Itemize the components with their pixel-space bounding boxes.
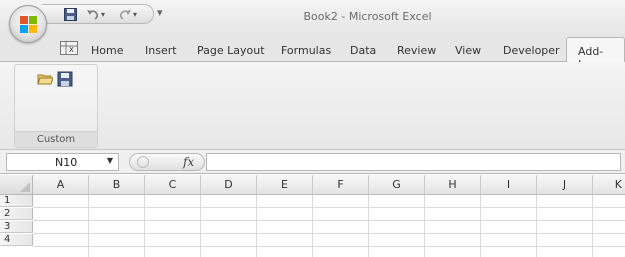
office-logo-icon xyxy=(20,16,37,33)
column-gridline xyxy=(200,195,201,257)
column-header-j[interactable]: J xyxy=(537,175,593,195)
column-gridline xyxy=(144,195,145,257)
group-label-custom-toolbars: Custom Toolbars xyxy=(15,131,97,161)
name-box-value: N10 xyxy=(55,156,78,169)
insert-function-icon[interactable]: fx xyxy=(183,155,194,169)
office-button[interactable] xyxy=(9,5,47,43)
column-header-f[interactable]: F xyxy=(313,175,369,195)
custom-toolbars-group: Custom Toolbars xyxy=(14,64,98,161)
column-header-b[interactable]: B xyxy=(89,175,145,195)
ribbon-tab-row: Home Insert Page Layout Formulas Data Re… xyxy=(0,34,625,71)
tab-data[interactable]: Data xyxy=(350,44,376,57)
column-header-d[interactable]: D xyxy=(201,175,257,195)
tab-formulas[interactable]: Formulas xyxy=(281,44,331,57)
row-header-4[interactable]: 4 xyxy=(0,234,33,246)
column-gridline xyxy=(312,195,313,257)
column-header-e[interactable]: E xyxy=(257,175,313,195)
tab-home[interactable]: Home xyxy=(91,44,123,57)
tab-insert[interactable]: Insert xyxy=(145,44,177,57)
ribbon: Custom Toolbars xyxy=(0,62,625,161)
column-header-k[interactable]: K xyxy=(593,175,625,195)
select-all-triangle-icon xyxy=(20,182,30,192)
column-header-i[interactable]: I xyxy=(481,175,537,195)
tab-page-layout[interactable]: Page Layout xyxy=(197,44,265,57)
svg-text:X: X xyxy=(69,46,74,54)
formula-input[interactable] xyxy=(206,153,621,171)
formula-buttons: fx xyxy=(129,153,205,171)
cancel-circle-icon xyxy=(137,156,149,168)
column-gridline xyxy=(480,195,481,257)
window-title: Book2 - Microsoft Excel xyxy=(303,10,432,23)
column-gridline xyxy=(536,195,537,257)
column-gridline xyxy=(256,195,257,257)
worksheet-grid[interactable]: A B C D E F G H I J K 1 2 3 4 xyxy=(0,175,625,257)
formula-bar: N10 ▼ fx xyxy=(0,150,625,174)
row-header-1[interactable]: 1 xyxy=(0,195,33,207)
column-header-a[interactable]: A xyxy=(33,175,89,195)
row-header-3[interactable]: 3 xyxy=(0,221,33,233)
chevron-down-icon[interactable]: ▼ xyxy=(107,156,113,165)
tab-add-ins[interactable]: Add-Ins xyxy=(566,37,625,71)
tab-view[interactable]: View xyxy=(455,44,481,57)
sheet-view-icon: X xyxy=(60,41,78,55)
column-gridline xyxy=(368,195,369,257)
save-icon[interactable] xyxy=(57,71,73,87)
column-header-c[interactable]: C xyxy=(145,175,201,195)
title-bar: ▾ ▾ ▾ Book2 - Microsoft Excel xyxy=(0,0,625,34)
open-folder-icon[interactable] xyxy=(37,71,53,87)
column-gridline xyxy=(424,195,425,257)
column-header-g[interactable]: G xyxy=(369,175,425,195)
name-box[interactable]: N10 ▼ xyxy=(6,153,119,171)
select-all-button[interactable] xyxy=(0,175,33,195)
row-header-2[interactable]: 2 xyxy=(0,208,33,220)
tab-review[interactable]: Review xyxy=(397,44,436,57)
column-gridline xyxy=(88,195,89,257)
column-header-h[interactable]: H xyxy=(425,175,481,195)
column-gridline xyxy=(592,195,593,257)
tab-developer[interactable]: Developer xyxy=(503,44,560,57)
